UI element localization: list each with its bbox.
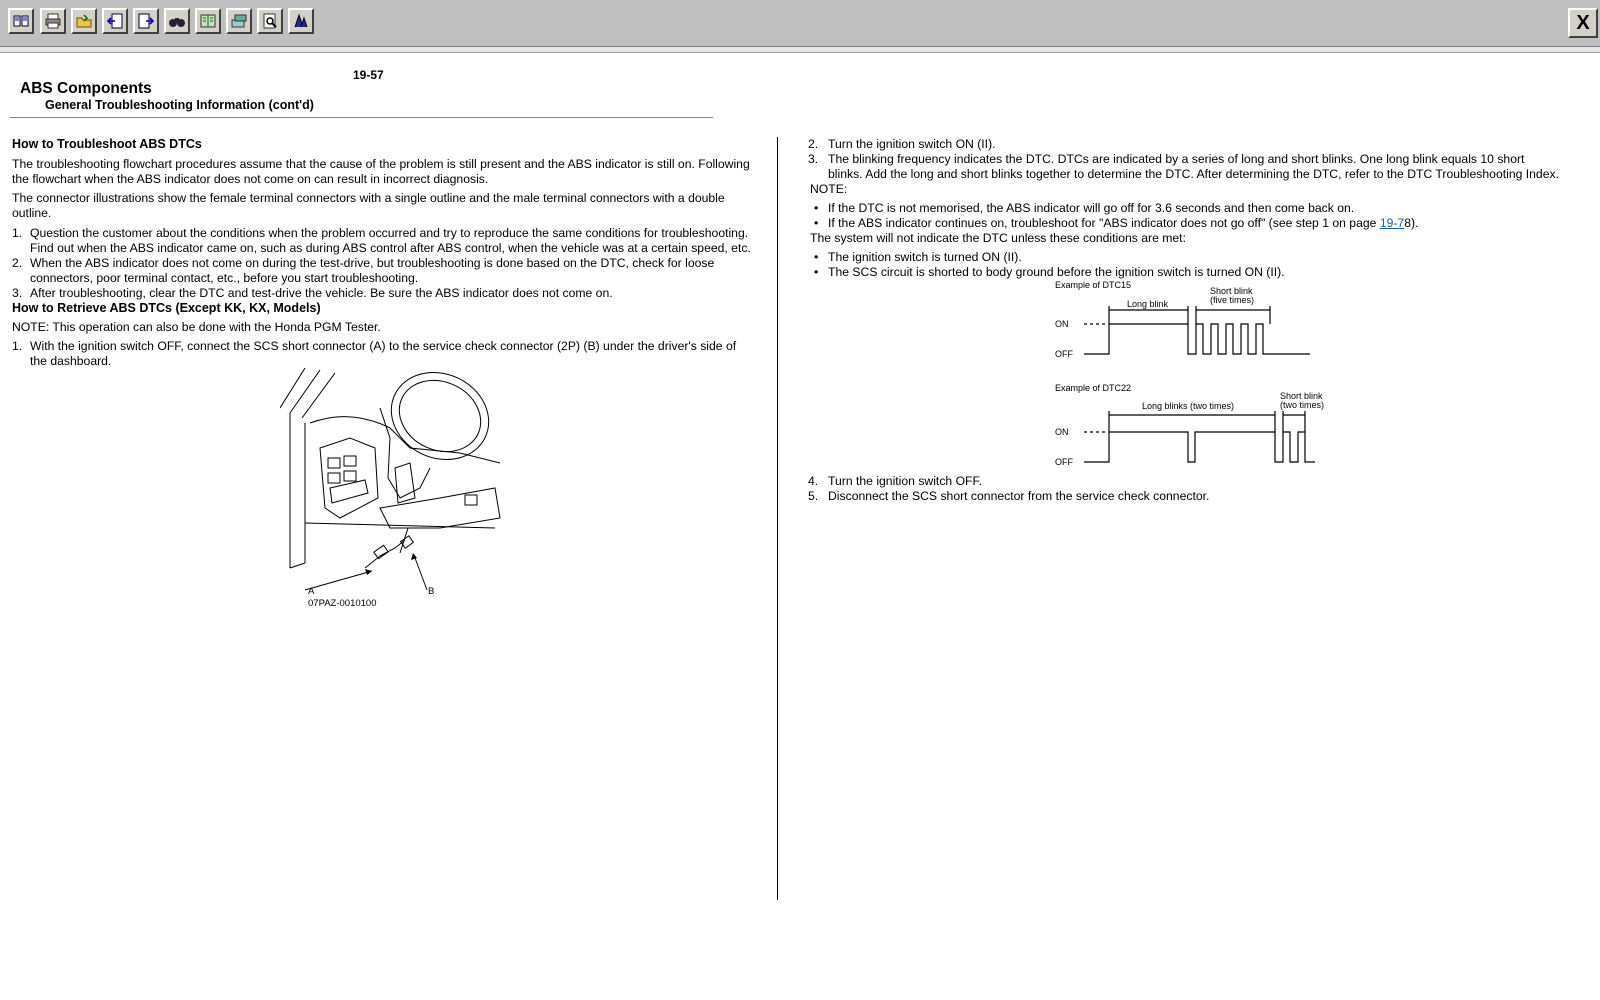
- page-link[interactable]: 19-7: [1380, 216, 1404, 230]
- step-text: With the ignition switch OFF, connect th…: [30, 339, 737, 353]
- dtc15-on-label: ON: [1055, 319, 1069, 329]
- bookmark-button[interactable]: [288, 8, 314, 34]
- step-text: When the ABS indicator does not come on …: [30, 256, 715, 270]
- step-number: 2.: [12, 256, 23, 270]
- bullet-icon: •: [814, 265, 819, 279]
- next-page-button[interactable]: [133, 8, 159, 34]
- open-folder-icon: [76, 14, 92, 28]
- step-number: 2.: [808, 137, 819, 151]
- sync-button[interactable]: [226, 8, 252, 34]
- dtc22-off-label: OFF: [1055, 457, 1073, 467]
- step-number: 5.: [808, 489, 819, 503]
- dtc15-off-label: OFF: [1055, 349, 1073, 359]
- paragraph-line: outline.: [12, 206, 52, 220]
- paragraph-line: The troubleshooting flowchart procedures…: [12, 157, 750, 171]
- preview-button[interactable]: [257, 8, 283, 34]
- bullet-text: If the ABS indicator continues on, troub…: [828, 216, 1419, 230]
- dtc15-long-label: Long blink: [1127, 299, 1169, 309]
- print-icon: [45, 13, 61, 29]
- dtc-blink-diagram: Example of DTC15 Long blink Short blink …: [1055, 280, 1324, 467]
- figure-label-b: B: [428, 586, 435, 597]
- bullet-text: The ignition switch is turned ON (II).: [828, 250, 1022, 264]
- step-text: Find out when the ABS indicator came on,…: [30, 241, 751, 255]
- toolbar: X: [0, 0, 1600, 47]
- dtc15-short-count: (five times): [1210, 295, 1254, 305]
- previous-page-icon: [106, 13, 123, 29]
- page-title: ABS Components: [20, 80, 152, 97]
- note-text: NOTE: This operation can also be done wi…: [12, 320, 381, 334]
- toolbar-divider: [0, 47, 1600, 53]
- conditions-text: The system will not indicate the DTC unl…: [810, 231, 1186, 245]
- step-number: 4.: [808, 474, 819, 488]
- step-number: 1.: [12, 226, 23, 240]
- step-number: 1.: [12, 339, 23, 353]
- dtc15-title: Example of DTC15: [1055, 280, 1131, 290]
- step-text: Turn the ignition switch OFF.: [828, 474, 982, 488]
- bullet-text: The SCS circuit is shorted to body groun…: [828, 265, 1285, 279]
- page-subtitle: General Troubleshooting Information (con…: [45, 98, 314, 112]
- heading-troubleshoot: How to Troubleshoot ABS DTCs: [12, 137, 202, 151]
- book-button[interactable]: [195, 8, 221, 34]
- dtc22-on-label: ON: [1055, 427, 1069, 437]
- header-rule: [10, 117, 713, 118]
- dtc22-long-label: Long blinks (two times): [1142, 401, 1234, 411]
- dashboard-connector-illustration: [280, 368, 501, 591]
- step-text: Question the customer about the conditio…: [30, 226, 749, 240]
- step-text: blinks. Add the long and short blinks to…: [828, 167, 1559, 181]
- column-divider: [777, 137, 778, 900]
- step-text: the dashboard.: [30, 354, 112, 368]
- bullet-text: If the DTC is not memorised, the ABS ind…: [828, 201, 1355, 215]
- step-text: connectors, poor terminal contact, etc.,…: [30, 271, 419, 285]
- step-text: Turn the ignition switch ON (II).: [828, 137, 996, 151]
- preview-icon: [263, 13, 277, 29]
- contents-icon: [13, 15, 29, 27]
- close-button[interactable]: X: [1568, 8, 1598, 38]
- dtc22-title: Example of DTC22: [1055, 383, 1131, 393]
- find-icon: [169, 18, 185, 27]
- sync-icon: [231, 14, 247, 28]
- page-number: 19-57: [353, 68, 384, 82]
- book-icon: [200, 14, 216, 28]
- paragraph-line: The connector illustrations show the fem…: [12, 191, 725, 205]
- step-text: The blinking frequency indicates the DTC…: [828, 152, 1525, 166]
- step-number: 3.: [12, 286, 23, 300]
- bullet-icon: •: [814, 250, 819, 264]
- note-label: NOTE:: [810, 182, 848, 196]
- figure-code: 07PAZ-0010100: [308, 598, 377, 609]
- bullet-icon: •: [814, 201, 819, 215]
- step-number: 3.: [808, 152, 819, 166]
- dtc22-short-count: (two times): [1280, 400, 1324, 410]
- open-button[interactable]: [71, 8, 97, 34]
- step-text: Disconnect the SCS short connector from …: [828, 489, 1210, 503]
- paragraph-line: the flowchart when the ABS indicator doe…: [12, 172, 489, 186]
- bookmark-icon: [294, 13, 308, 28]
- step-text: After troubleshooting, clear the DTC and…: [30, 286, 613, 300]
- contents-button[interactable]: [8, 8, 34, 34]
- print-button[interactable]: [40, 8, 66, 34]
- find-button[interactable]: [164, 8, 190, 34]
- heading-retrieve: How to Retrieve ABS DTCs (Except KK, KX,…: [12, 301, 321, 315]
- previous-page-button[interactable]: [102, 8, 128, 34]
- bullet-icon: •: [814, 216, 819, 230]
- next-page-icon: [138, 13, 155, 29]
